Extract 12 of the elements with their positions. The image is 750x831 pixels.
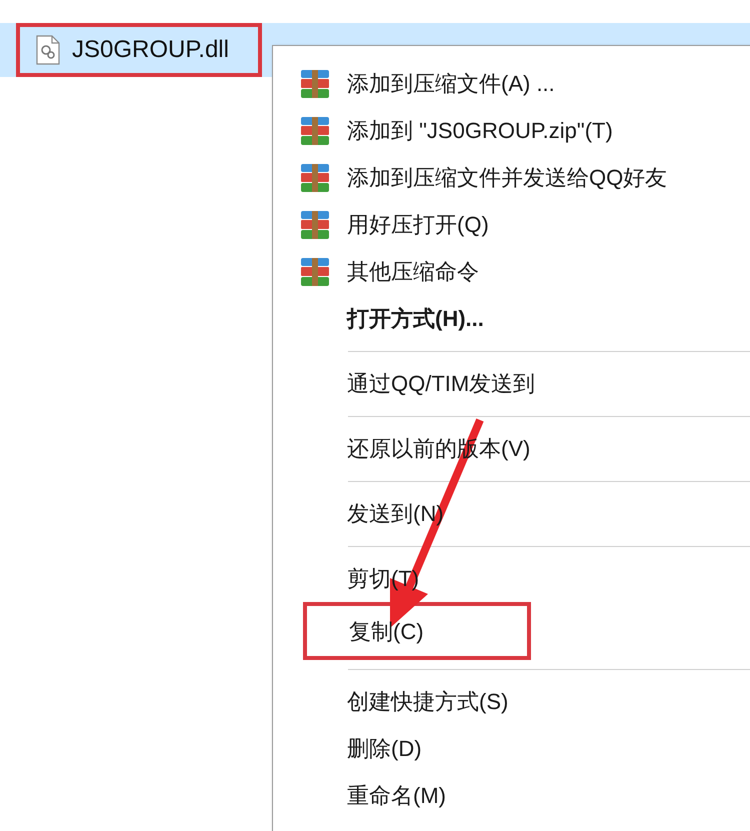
menu-item-label: 添加到压缩文件并发送给QQ好友	[347, 164, 668, 192]
menu-item-label: 添加到 "JS0GROUP.zip"(T)	[347, 117, 613, 145]
menu-item-label: 打开方式(H)...	[347, 305, 484, 333]
menu-item-label: 添加到压缩文件(A) ...	[347, 70, 555, 98]
menu-item-label: 创建快捷方式(S)	[347, 688, 508, 716]
file-name: JS0GROUP.dll	[72, 35, 229, 65]
menu-item-label: 删除(D)	[347, 735, 422, 763]
menu-item-label: 通过QQ/TIM发送到	[347, 370, 536, 398]
menu-item-label: 复制(C)	[349, 618, 424, 646]
menu-item-label: 重命名(M)	[347, 782, 446, 810]
menu-item-label: 其他压缩命令	[347, 258, 479, 286]
menu-item-label: 用好压打开(Q)	[347, 211, 489, 239]
